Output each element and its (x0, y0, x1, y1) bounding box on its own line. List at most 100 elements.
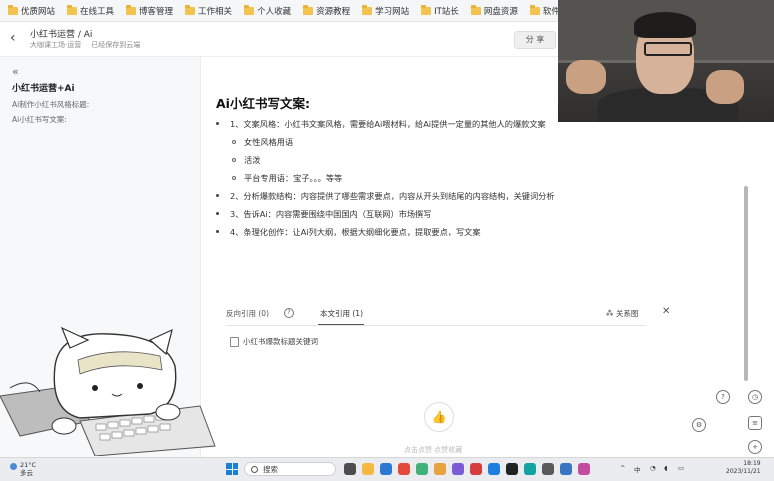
list-item-text: 3、告诉Ai：内容需要围绕中国国内（互联网）市场撰写 (230, 209, 432, 219)
clock-date: 2023/11/21 (726, 468, 761, 475)
cloud-icon (10, 463, 17, 470)
speaker-icon[interactable]: ◖ (664, 464, 667, 472)
bookmark-label: IT站长 (434, 6, 459, 17)
help-small-icon[interactable]: ? (284, 308, 294, 318)
sidebar-title[interactable]: 小红书运营+Ai (12, 81, 75, 94)
bookmark-label: 工作相关 (198, 6, 233, 17)
list-item-text: 1、文案风格：小红书文案风格，需要给Ai喂材料，给Ai提供一定量的其他人的爆款文… (230, 119, 546, 129)
windows-taskbar: 21°C 多云 搜索 ^ 中 ◔ ◖ ▭ 18:19 2023/11/21 (0, 457, 774, 481)
bookmark-item[interactable]: 工作相关 (181, 3, 236, 19)
list-item-text: 女性风格用语 (244, 137, 294, 147)
workspace-label: 大咖课工场·运营 (30, 41, 82, 49)
bookmark-item[interactable]: IT站长 (417, 3, 463, 19)
presenter-glasses (644, 42, 692, 56)
bookmark-label: 个人收藏 (257, 6, 292, 17)
list-item: 活泼 (216, 151, 566, 169)
bookmark-item[interactable]: 个人收藏 (240, 3, 295, 19)
list-item-text: 活泼 (244, 155, 261, 165)
bookmark-label: 优质网站 (21, 6, 56, 17)
folder-icon (303, 4, 314, 15)
list-item: 4、条理化创作：让Ai列大纲，根据大纲细化要点，提取要点，写文案 (216, 223, 566, 241)
arrow-left-icon[interactable]: ‹ (10, 30, 16, 46)
folder-icon (529, 4, 540, 15)
bookmark-item[interactable]: 网盘资源 (467, 3, 522, 19)
reference-item-label: 小红书爆款标题关键词 (243, 337, 318, 346)
add-icon[interactable]: + (748, 440, 762, 454)
bookmark-item[interactable]: 博客管理 (122, 3, 177, 19)
list-item-text: 平台专用语：宝子。。。等等 (244, 173, 343, 183)
footer-faded-text: 点击点赞 点赞收藏 (404, 446, 463, 454)
thumbs-up-icon[interactable]: 👍 (424, 402, 454, 432)
share-button[interactable]: 分 享 (514, 31, 556, 49)
app-red-icon[interactable] (398, 463, 410, 475)
app-red2-icon[interactable] (470, 463, 482, 475)
folder-icon (126, 4, 137, 15)
app-blue-icon[interactable] (488, 463, 500, 475)
bookmark-item[interactable]: 资源教程 (299, 3, 354, 19)
save-status: 已经保存到云端 (91, 41, 141, 49)
relation-graph-button[interactable]: ⁂ 关系图 (606, 308, 638, 319)
weather-widget[interactable]: 21°C 多云 (10, 461, 36, 477)
bookmark-label: 学习网站 (375, 6, 410, 17)
right-hand (706, 70, 744, 104)
app-pink-icon[interactable] (578, 463, 590, 475)
bullet-list: 1、文案风格：小红书文案风格，需要给Ai喂材料，给Ai提供一定量的其他人的爆款文… (216, 115, 566, 241)
bookmark-item[interactable]: 优质网站 (4, 3, 59, 19)
bullet-icon (216, 230, 219, 233)
close-icon[interactable]: ✕ (662, 306, 670, 317)
network-icon[interactable]: ◔ (650, 464, 656, 472)
double-chevron-left-icon[interactable]: « (12, 65, 19, 78)
task-view-icon[interactable] (344, 463, 356, 475)
tab-underline (318, 324, 364, 325)
scrollbar[interactable] (744, 186, 748, 381)
search-icon (251, 466, 258, 473)
app-purple-icon[interactable] (452, 463, 464, 475)
file-explorer-icon[interactable] (362, 463, 374, 475)
battery-icon[interactable]: ▭ (678, 464, 684, 472)
app-blue2-icon[interactable] (560, 463, 572, 475)
gear-icon[interactable]: ⚙ (692, 418, 706, 432)
taskbar-search[interactable]: 搜索 (244, 462, 336, 476)
history-icon[interactable]: ◷ (748, 390, 762, 404)
folder-icon (185, 4, 196, 15)
search-placeholder: 搜索 (263, 465, 278, 474)
chrome-icon[interactable] (434, 463, 446, 475)
doc-title[interactable]: 小红书运营 / Ai (30, 27, 92, 40)
relation-graph-label: 关系图 (615, 309, 639, 318)
folder-icon (67, 4, 78, 15)
sidebar-item-copy[interactable]: Ai小红书写文案: (12, 114, 67, 125)
list-item: 平台专用语：宝子。。。等等 (216, 169, 566, 187)
list-item: 1、文案风格：小红书文案风格，需要给Ai喂材料，给Ai提供一定量的其他人的爆款文… (216, 115, 566, 133)
left-hand (566, 60, 606, 94)
windows-start-icon[interactable] (226, 463, 238, 475)
bookmark-label: 在线工具 (80, 6, 115, 17)
wechat-icon[interactable] (416, 463, 428, 475)
system-clock[interactable]: 18:19 2023/11/21 (726, 460, 761, 476)
tray-chevron-icon[interactable]: ^ (620, 464, 625, 472)
document-icon (230, 336, 239, 347)
bookmark-item[interactable]: 学习网站 (358, 3, 413, 19)
list-item: 女性风格用语 (216, 133, 566, 151)
app-gray-icon[interactable] (542, 463, 554, 475)
sidebar-item-title[interactable]: Ai制作小红书风格标题: (12, 99, 89, 110)
tab-outlinks[interactable]: 本文引用 (1) (320, 308, 363, 319)
folder-icon (470, 4, 481, 15)
app-dark-icon[interactable] (506, 463, 518, 475)
list-item-text: 4、条理化创作：让Ai列大纲，根据大纲细化要点，提取要点，写文案 (230, 227, 481, 237)
folder-icon (362, 4, 373, 15)
reference-item[interactable]: 小红书爆款标题关键词 (230, 336, 318, 347)
bullet-icon (216, 212, 219, 215)
doc-meta: 大咖课工场·运营 已经保存到云端 (30, 40, 140, 50)
bullet-icon (232, 176, 236, 180)
outline-toggle-icon[interactable]: ≡ (748, 416, 762, 430)
bookmark-label: 网盘资源 (483, 6, 518, 17)
tab-backlinks[interactable]: 反向引用 (0) (226, 308, 269, 319)
ime-indicator[interactable]: 中 (634, 464, 641, 474)
weather-desc: 多云 (20, 469, 33, 477)
bookmark-item[interactable]: 在线工具 (63, 3, 118, 19)
section-heading: Ai小红书写文案: (216, 96, 310, 111)
question-icon[interactable]: ? (716, 390, 730, 404)
app-teal-icon[interactable] (524, 463, 536, 475)
edge-icon[interactable] (380, 463, 392, 475)
bullet-icon (232, 158, 236, 162)
